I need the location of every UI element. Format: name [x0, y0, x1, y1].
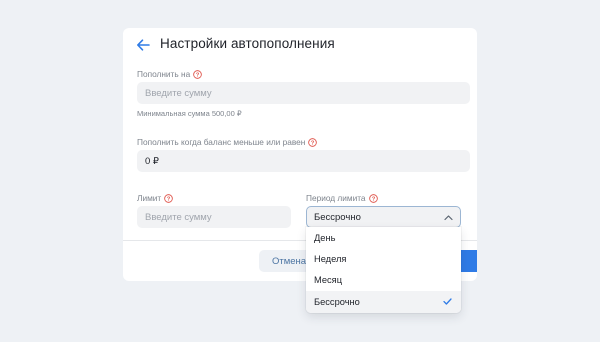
card-header: Настройки автопополнения [123, 28, 477, 62]
period-option-label: Неделя [314, 253, 347, 264]
svg-text:?: ? [167, 196, 171, 202]
period-option-label: День [314, 232, 336, 243]
help-icon[interactable]: ? [368, 193, 378, 203]
threshold-label: Пополнить когда баланс меньше или равен … [137, 137, 318, 147]
chevron-up-icon [444, 215, 453, 221]
period-option-label: Месяц [314, 274, 343, 285]
threshold-input[interactable]: 0 ₽ [137, 150, 470, 172]
threshold-input-value: 0 ₽ [145, 155, 159, 167]
help-icon[interactable]: ? [193, 69, 203, 79]
period-option-month[interactable]: Месяц [306, 269, 461, 290]
period-option-week[interactable]: Неделя [306, 248, 461, 269]
amount-input-placeholder: Введите сумму [145, 87, 212, 99]
amount-label: Пополнить на ? [137, 69, 203, 79]
amount-input[interactable]: Введите сумму [137, 82, 470, 104]
svg-text:?: ? [371, 196, 375, 202]
limit-label-text: Лимит [137, 193, 162, 203]
amount-hint: Минимальная сумма 500,00 ₽ [137, 109, 242, 118]
limit-label: Лимит ? [137, 193, 174, 203]
period-option-unlimited[interactable]: Бессрочно [306, 291, 461, 313]
period-select[interactable]: Бессрочно [306, 206, 461, 228]
help-icon[interactable]: ? [164, 193, 174, 203]
amount-label-text: Пополнить на [137, 69, 191, 79]
help-icon[interactable]: ? [308, 137, 318, 147]
arrow-left-icon[interactable] [136, 38, 150, 52]
svg-text:?: ? [196, 72, 200, 78]
limit-input-placeholder: Введите сумму [145, 211, 212, 223]
cancel-button-label: Отмена [272, 255, 307, 267]
period-dropdown: День Неделя Месяц Бессрочно [306, 227, 461, 313]
svg-text:?: ? [311, 140, 315, 146]
period-option-day[interactable]: День [306, 227, 461, 248]
threshold-label-text: Пополнить когда баланс меньше или равен [137, 137, 306, 147]
period-select-value: Бессрочно [314, 211, 361, 223]
page-title: Настройки автопополнения [160, 36, 335, 51]
period-label: Период лимита ? [306, 193, 378, 203]
check-icon [443, 298, 452, 305]
limit-input[interactable]: Введите сумму [137, 206, 291, 228]
period-label-text: Период лимита [306, 193, 366, 203]
period-option-label: Бессрочно [314, 297, 360, 307]
